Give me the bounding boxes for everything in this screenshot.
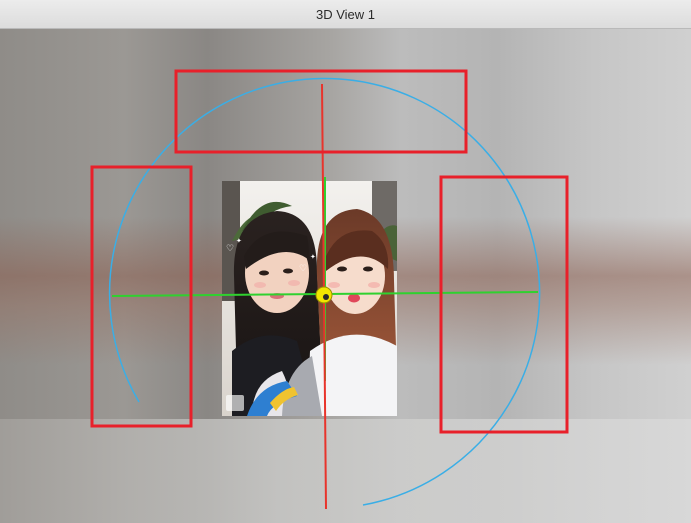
- highlight-box-top: [174, 69, 468, 154]
- window-titlebar[interactable]: 3D View 1: [0, 0, 691, 29]
- transform-gizmo-icon[interactable]: [0, 29, 691, 523]
- 3d-viewport[interactable]: ♡ ♡ ✦ ✦: [0, 29, 691, 523]
- gizmo-center-dot: [323, 294, 329, 300]
- window-title: 3D View 1: [315, 6, 375, 22]
- highlight-box-right: [439, 175, 569, 434]
